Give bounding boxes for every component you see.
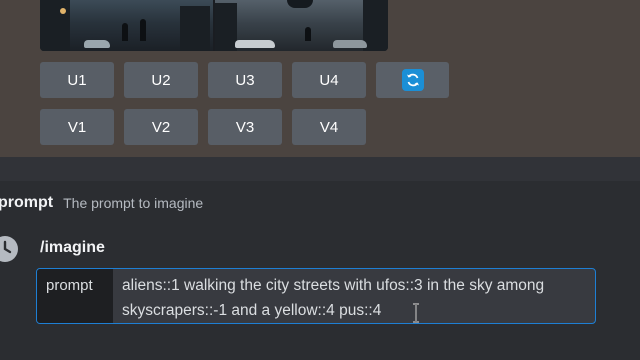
composer-footer	[0, 330, 640, 360]
variation-button-1[interactable]: V1	[40, 109, 114, 145]
upscale-button-1[interactable]: U1	[40, 62, 114, 98]
option-hint: prompt The prompt to imagine	[0, 181, 640, 224]
upscale-button-3[interactable]: U3	[208, 62, 282, 98]
upscale-button-4[interactable]: U4	[292, 62, 366, 98]
variation-button-4[interactable]: V4	[292, 109, 366, 145]
option-name: prompt	[0, 193, 54, 211]
divider	[0, 157, 640, 181]
clock-icon	[0, 236, 18, 262]
text-cursor-icon	[413, 303, 419, 323]
prompt-input[interactable]: aliens::1 walking the city streets with …	[113, 269, 595, 323]
variation-button-2[interactable]: V2	[124, 109, 198, 145]
variation-button-3[interactable]: V3	[208, 109, 282, 145]
param-label: prompt	[37, 269, 113, 323]
reroll-button[interactable]	[376, 62, 449, 98]
command-name: /imagine	[40, 239, 105, 256]
refresh-icon	[401, 69, 424, 91]
image-tile[interactable]	[215, 0, 388, 51]
option-description: The prompt to imagine	[63, 194, 204, 211]
prompt-input-box[interactable]: prompt aliens::1 walking the city street…	[36, 268, 596, 324]
generated-image-grid[interactable]	[40, 0, 388, 51]
upscale-button-2[interactable]: U2	[124, 62, 198, 98]
image-tile[interactable]	[40, 0, 213, 51]
